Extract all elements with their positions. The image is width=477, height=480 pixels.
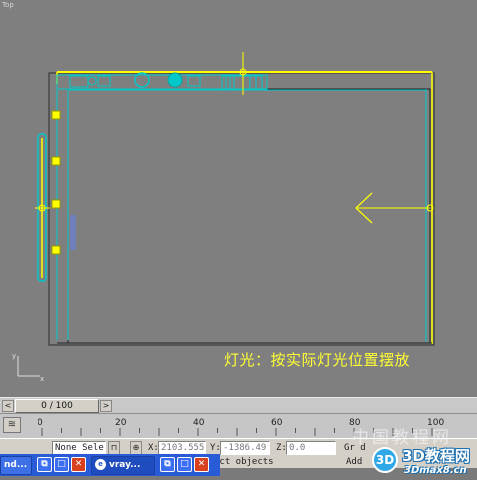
axis-y-label: y	[12, 352, 16, 360]
taskbar-item-1[interactable]: nd...	[0, 456, 32, 475]
spot-light-2	[51, 156, 61, 166]
room-outer-outline	[48, 72, 435, 346]
vray-icon: e	[95, 459, 106, 470]
top-knob-1	[87, 76, 97, 86]
room-outline	[67, 88, 431, 344]
blue-object	[70, 215, 76, 250]
prompt-text: ect objects	[214, 457, 274, 467]
maximize-button-2[interactable]: □	[177, 457, 192, 472]
ruler-label: 20	[115, 418, 127, 428]
watermark-logo-badge: 3D	[372, 447, 398, 473]
ruler-label: 0	[38, 418, 43, 428]
watermark-logo: 3D 3D教程网 3Dmax8.cn	[372, 444, 476, 478]
axis-tripod: x y	[12, 352, 44, 382]
axis-x-label: x	[40, 375, 44, 382]
restore-button-2[interactable]: ⧉	[160, 457, 175, 472]
y-coord-field[interactable]: -1386.49	[220, 441, 270, 455]
annotation-text: 灯光：按实际灯光位置摆放	[224, 351, 411, 369]
windows-taskbar: nd... ⧉ □ ✕ e vray... ⧉ □ ✕	[0, 454, 220, 476]
ruler-label: 60	[271, 418, 283, 428]
watermark-logo-subtitle: 3Dmax8.cn	[404, 465, 467, 476]
top-block-1	[69, 75, 89, 88]
ruler-label: 40	[193, 418, 205, 428]
taskbar-item-2-label: vray...	[109, 460, 141, 470]
spot-light-1	[51, 110, 61, 120]
spot-light-4	[51, 245, 61, 255]
absolute-mode-button[interactable]: ⊕	[130, 441, 142, 455]
curve-editor-icon[interactable]: ≋	[3, 417, 21, 433]
top-viewport[interactable]: Top 灯光：按实际灯光位置摆放 x y	[0, 0, 477, 397]
lock-selection-button[interactable]: ⊓	[108, 441, 120, 455]
watermark-logo-title: 3D教程网	[402, 447, 470, 465]
time-slider-thumb[interactable]: 0 / 100	[15, 399, 99, 413]
restore-button-1[interactable]: ⧉	[37, 457, 52, 472]
top-sink-2	[167, 72, 183, 88]
top-block-3	[187, 75, 201, 87]
scene-canvas	[35, 52, 435, 346]
taskbar-item-1-label: nd...	[4, 460, 28, 470]
close-button-1[interactable]: ✕	[71, 457, 86, 472]
maximize-button-1[interactable]: □	[54, 457, 69, 472]
taskbar-item-2[interactable]: e vray...	[91, 456, 155, 475]
time-slider[interactable]: < 0 / 100 >	[0, 397, 477, 414]
time-prev-button[interactable]: <	[2, 400, 14, 412]
time-next-button[interactable]: >	[100, 400, 112, 412]
z-coord-field[interactable]: 0.0	[286, 441, 336, 455]
selection-status: None Sele	[52, 441, 106, 455]
close-button-2[interactable]: ✕	[194, 457, 209, 472]
spot-light-3	[51, 199, 61, 209]
add-time-tag[interactable]: Add	[346, 457, 362, 467]
x-coord-field[interactable]: 2103.555	[158, 441, 206, 455]
top-block-2	[97, 75, 111, 87]
